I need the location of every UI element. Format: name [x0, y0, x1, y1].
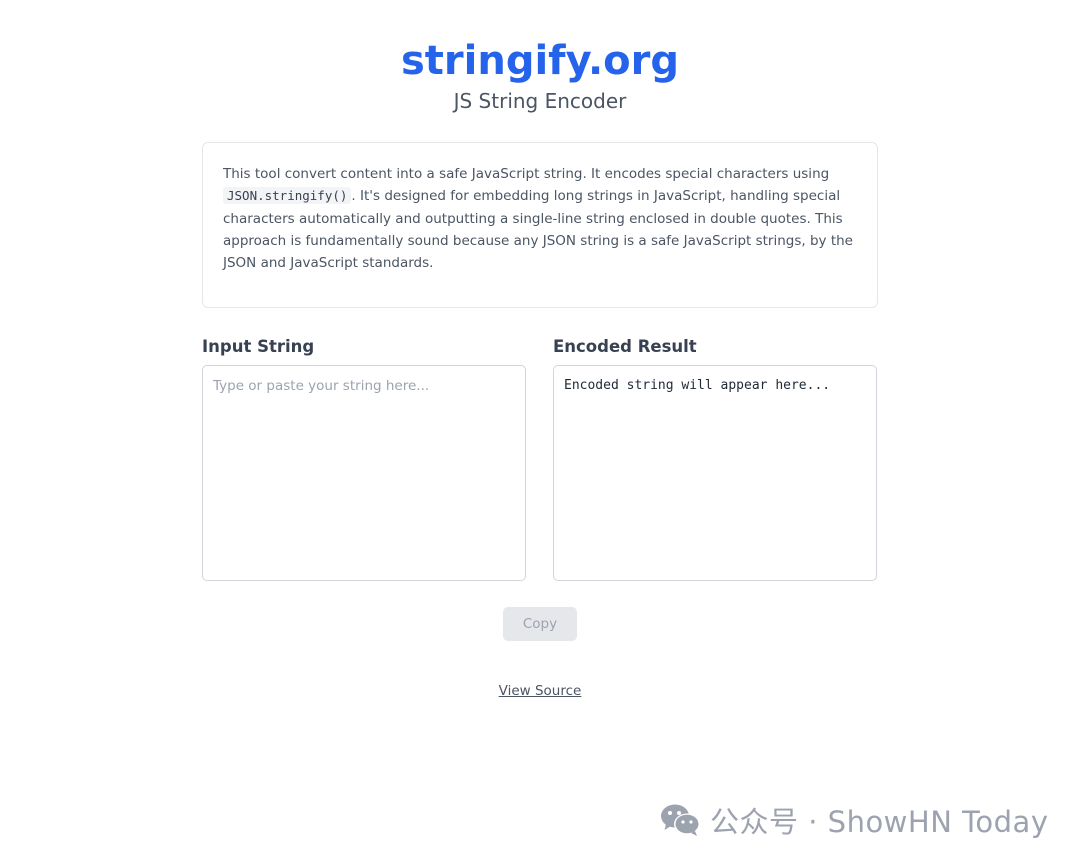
page: stringify.org JS String Encoder This too…	[0, 0, 1080, 864]
copy-button[interactable]: Copy	[503, 607, 577, 641]
view-source-link[interactable]: View Source	[499, 683, 582, 699]
intro-code: JSON.stringify()	[223, 187, 352, 205]
output-label: Encoded Result	[553, 337, 697, 356]
intro-card: This tool convert content into a safe Ja…	[202, 142, 878, 308]
watermark: 公众号 · ShowHN Today	[660, 800, 1049, 840]
watermark-text: 公众号 · ShowHN Today	[710, 805, 1049, 839]
site-title: stringify.org	[400, 38, 680, 84]
input-label: Input String	[202, 337, 315, 356]
view-source-container: View Source	[0, 682, 1080, 700]
intro-text-start: This tool convert content into a safe Ja…	[223, 166, 830, 182]
site-subtitle: JS String Encoder	[453, 89, 627, 113]
encoded-result-textarea[interactable]: Encoded string will appear here...	[553, 365, 877, 581]
input-textarea[interactable]	[202, 365, 526, 581]
wechat-icon	[661, 804, 700, 836]
